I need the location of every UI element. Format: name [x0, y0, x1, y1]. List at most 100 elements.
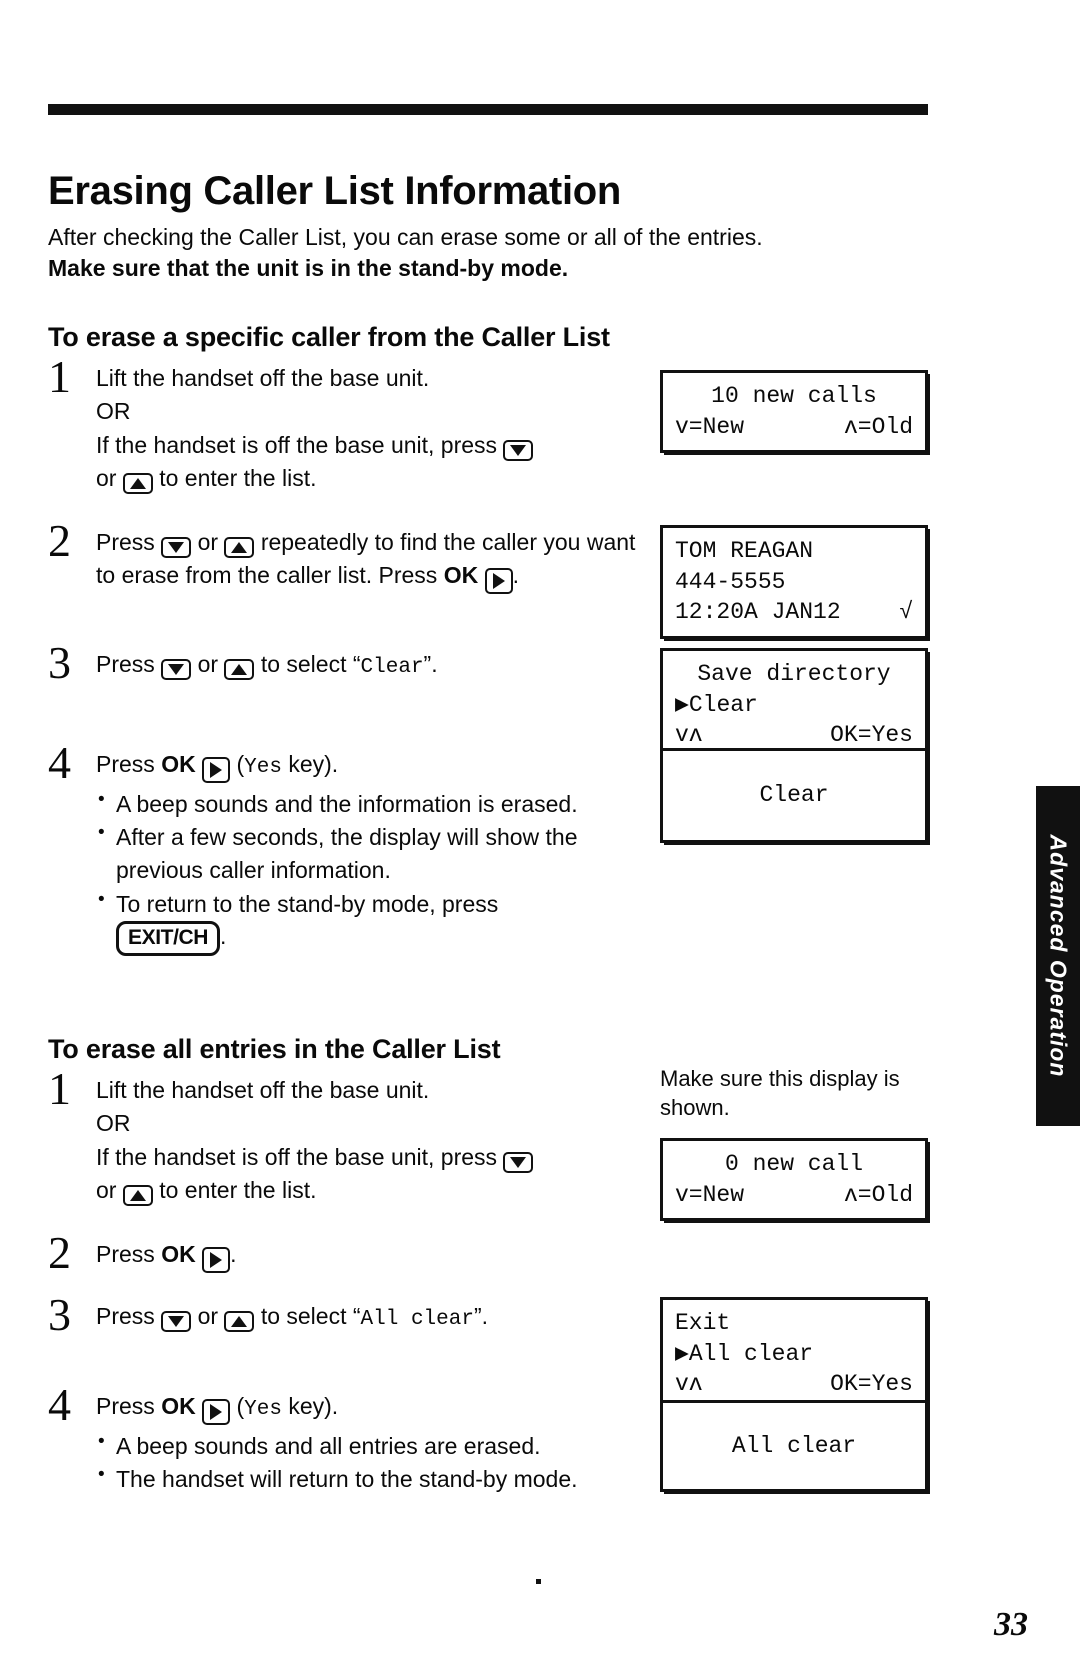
step-line-a: Press [96, 1241, 155, 1267]
step-line-b: or [197, 651, 219, 677]
right-arrow-key-icon [484, 568, 513, 595]
page-title: Erasing Caller List Information [48, 168, 622, 213]
display-all-clear-confirm: All clear [660, 1400, 928, 1492]
paren-open: ( [236, 751, 245, 777]
step-line-a: Press [96, 1393, 155, 1419]
bullet-tail: . [220, 923, 227, 950]
header-rule [48, 104, 928, 115]
step-line-e: . [512, 562, 519, 589]
display-line-2-left: v=New [675, 1181, 745, 1208]
display-line-3: 12:20A JAN12 √ [675, 597, 913, 628]
make-sure-note: Make sure this display is shown. [660, 1066, 900, 1120]
step-1-all: 1 Lift the handset off the base unit. OR… [48, 1066, 658, 1207]
down-arrow-key-icon [161, 537, 192, 559]
bullet-item: The handset will return to the stand-by … [96, 1462, 658, 1496]
display-line-1: Exit [675, 1310, 731, 1336]
step-number: 4 [48, 737, 71, 788]
bullet-item: After a few seconds, the display will sh… [96, 820, 658, 886]
step-3-all: 3 Press or to select “All clear”. [48, 1292, 658, 1338]
step-text: Press OK (Yes key). A beep sounds and th… [96, 748, 658, 956]
menu-option-clear: Clear [360, 656, 424, 679]
up-arrow-key-icon [122, 473, 153, 495]
step-line-or: OR [96, 1110, 131, 1137]
step-text: Press or to select “All clear”. [96, 1303, 489, 1333]
ok-label: OK [161, 1393, 196, 1419]
step-2-specific: 2 Press or repeatedly to find the caller… [48, 518, 658, 595]
section-heading-specific-caller: To erase a specific caller from the Call… [48, 322, 610, 353]
up-arrow-key-icon [224, 659, 255, 681]
right-arrow-key-icon [202, 1398, 231, 1425]
page-number: 33 [994, 1606, 1028, 1643]
step-text: Press or to select “Clear”. [96, 651, 438, 681]
step-line-d: or [96, 1177, 117, 1204]
paren-open: ( [236, 1393, 245, 1419]
step-line-c: to select [260, 1303, 347, 1329]
step-line-e: to enter the list. [159, 1177, 317, 1204]
step-line-a: Press [96, 529, 155, 555]
step-number: 2 [48, 1227, 71, 1278]
step-text: Press OK (Yes key). A beep sounds and al… [96, 1390, 658, 1496]
display-line-1: 10 new calls [711, 383, 877, 409]
step-text: Press or repeatedly to find the caller y… [96, 526, 658, 595]
intro-paragraph: After checking the Caller List, you can … [48, 222, 928, 284]
ok-label: OK [443, 562, 479, 589]
display-line-3-right: OK=Yes [830, 1371, 913, 1398]
down-arrow-key-icon [503, 439, 534, 461]
yes-key-label: Yes [244, 1398, 282, 1421]
display-line-1: All clear [731, 1432, 857, 1459]
step-number: 3 [48, 1289, 71, 1340]
ok-label: OK [161, 751, 196, 777]
step-text: Lift the handset off the base unit. OR I… [96, 362, 658, 495]
menu-option-all-clear: All clear [360, 1308, 474, 1331]
bullet-item: To return to the stand-by mode, press EX… [96, 887, 658, 956]
checkmark-icon: √ [899, 599, 913, 626]
display-line-2: 444-5555 [675, 568, 786, 595]
display-all-clear-menu: Exit ▶All clear vʌ OK=Yes [660, 1297, 928, 1411]
step-line-a: Lift the handset off the base unit. [96, 1077, 430, 1103]
step-line-d: key). [288, 751, 339, 777]
bullet-text: To return to the stand-by mode, press [116, 890, 499, 917]
section-heading-all-entries: To erase all entries in the Caller List [48, 1034, 501, 1065]
up-arrow-key-icon [122, 1185, 153, 1207]
bullet-item: A beep sounds and the information is era… [96, 787, 658, 821]
step-line-e: to enter the list. [159, 465, 317, 492]
display-line-3-right: OK=Yes [830, 722, 913, 749]
display-line-2: ▶All clear [675, 1340, 814, 1367]
step-line-d: key). [288, 1393, 339, 1419]
display-zero-calls: 0 new call v=New ʌ=Old [660, 1138, 928, 1222]
step-number: 1 [48, 1063, 71, 1114]
display-line-3: vʌ OK=Yes [675, 1369, 913, 1400]
step-2-all: 2 Press OK . [48, 1230, 658, 1276]
step-line-d: . [481, 1303, 489, 1329]
right-arrow-key-icon [202, 756, 231, 783]
display-line-1: Clear [759, 782, 829, 809]
step-line-d: . [431, 651, 438, 677]
intro-line-2: Make sure that the unit is in the stand-… [48, 255, 569, 282]
down-arrow-key-icon [161, 659, 192, 681]
display-line-3-left: vʌ [675, 1371, 703, 1398]
step-4-bullets: A beep sounds and all entries are erased… [96, 1429, 658, 1496]
step-4-bullets: A beep sounds and the information is era… [96, 787, 658, 956]
display-line-2: v=New ʌ=Old [675, 1180, 913, 1211]
display-clear-confirm: Clear [660, 748, 928, 843]
yes-key-label: Yes [244, 756, 282, 779]
display-line-3-left: vʌ [675, 722, 703, 749]
print-mark [536, 1579, 541, 1584]
display-clear-menu: Save directory ▶Clear vʌ OK=Yes [660, 648, 928, 762]
display-line-2-right: ʌ=Old [843, 413, 913, 440]
step-number: 2 [48, 515, 71, 566]
display-new-calls: 10 new calls v=New ʌ=Old [660, 370, 928, 454]
step-line-a: Press [96, 651, 155, 677]
step-line-d: or [96, 465, 117, 492]
exit-ch-key-icon: EXIT/CH [116, 921, 221, 956]
display-line-1: Save directory [697, 661, 891, 687]
ok-label: OK [161, 1241, 196, 1267]
step-text: Press OK . [96, 1238, 658, 1274]
step-1-specific: 1 Lift the handset off the base unit. OR… [48, 354, 658, 495]
right-arrow-key-icon [202, 1246, 231, 1273]
step-line-b: or [197, 529, 219, 555]
step-line-a: Press [96, 1303, 155, 1329]
step-line-c: . [230, 1241, 237, 1267]
step-line-b: or [197, 1303, 219, 1329]
display-line-2-right: ʌ=Old [843, 1181, 913, 1208]
